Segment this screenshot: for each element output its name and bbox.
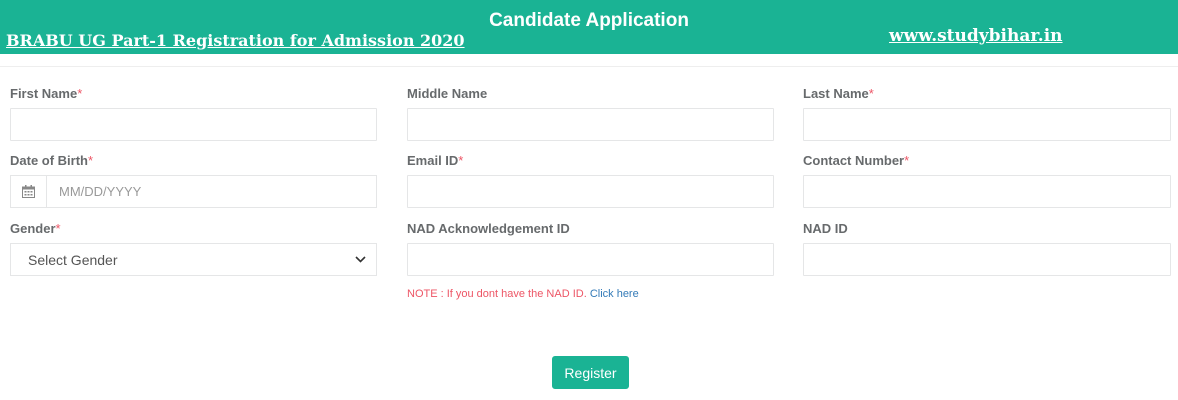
middle-name-label: Middle Name xyxy=(407,86,488,101)
dob-input-group xyxy=(10,175,377,208)
nad-id-field[interactable] xyxy=(804,244,1170,275)
contact-number-field[interactable] xyxy=(804,176,1170,207)
nad-click-here-link[interactable]: Click here xyxy=(590,288,639,300)
first-name-label: First Name* xyxy=(10,86,83,101)
dob-label: Date of Birth* xyxy=(10,153,94,168)
last-name-field[interactable] xyxy=(804,109,1170,140)
email-label: Email ID* xyxy=(407,153,464,168)
middle-name-field-wrapper xyxy=(407,108,774,141)
nad-ack-field[interactable] xyxy=(408,244,773,275)
chevron-down-icon xyxy=(355,256,366,263)
first-name-field[interactable] xyxy=(11,109,376,140)
required-marker: * xyxy=(868,86,874,101)
nad-note-text: NOTE : If you dont have the NAD ID. xyxy=(407,288,587,300)
first-name-field-wrapper xyxy=(10,108,377,141)
website-link[interactable]: www.studybihar.in xyxy=(889,26,1063,46)
required-marker: * xyxy=(55,221,61,236)
last-name-label: Last Name* xyxy=(803,86,874,101)
calendar-addon[interactable] xyxy=(11,176,47,207)
contact-label: Contact Number* xyxy=(803,153,910,168)
required-marker: * xyxy=(88,153,94,168)
gender-selected-value: Select Gender xyxy=(28,251,118,268)
dob-field[interactable] xyxy=(47,176,376,207)
nad-ack-label: NAD Acknowledgement ID xyxy=(407,221,570,236)
nad-id-field-wrapper xyxy=(803,243,1171,276)
required-marker: * xyxy=(904,153,910,168)
contact-field-wrapper xyxy=(803,175,1171,208)
email-field[interactable] xyxy=(408,176,773,207)
page-header: Candidate Application BRABU UG Part-1 Re… xyxy=(0,0,1178,54)
last-name-field-wrapper xyxy=(803,108,1171,141)
nad-id-label: NAD ID xyxy=(803,221,848,236)
required-marker: * xyxy=(458,153,464,168)
header-divider xyxy=(0,66,1178,67)
register-button[interactable]: Register xyxy=(552,356,629,389)
gender-select[interactable]: Select Gender xyxy=(10,243,377,276)
email-field-wrapper xyxy=(407,175,774,208)
required-marker: * xyxy=(77,86,83,101)
nad-note: NOTE : If you dont have the NAD ID. Clic… xyxy=(407,288,639,300)
calendar-icon xyxy=(22,185,35,198)
nad-ack-field-wrapper xyxy=(407,243,774,276)
middle-name-field[interactable] xyxy=(408,109,773,140)
registration-link[interactable]: BRABU UG Part-1 Registration for Admissi… xyxy=(6,31,465,50)
gender-label: Gender* xyxy=(10,221,61,236)
